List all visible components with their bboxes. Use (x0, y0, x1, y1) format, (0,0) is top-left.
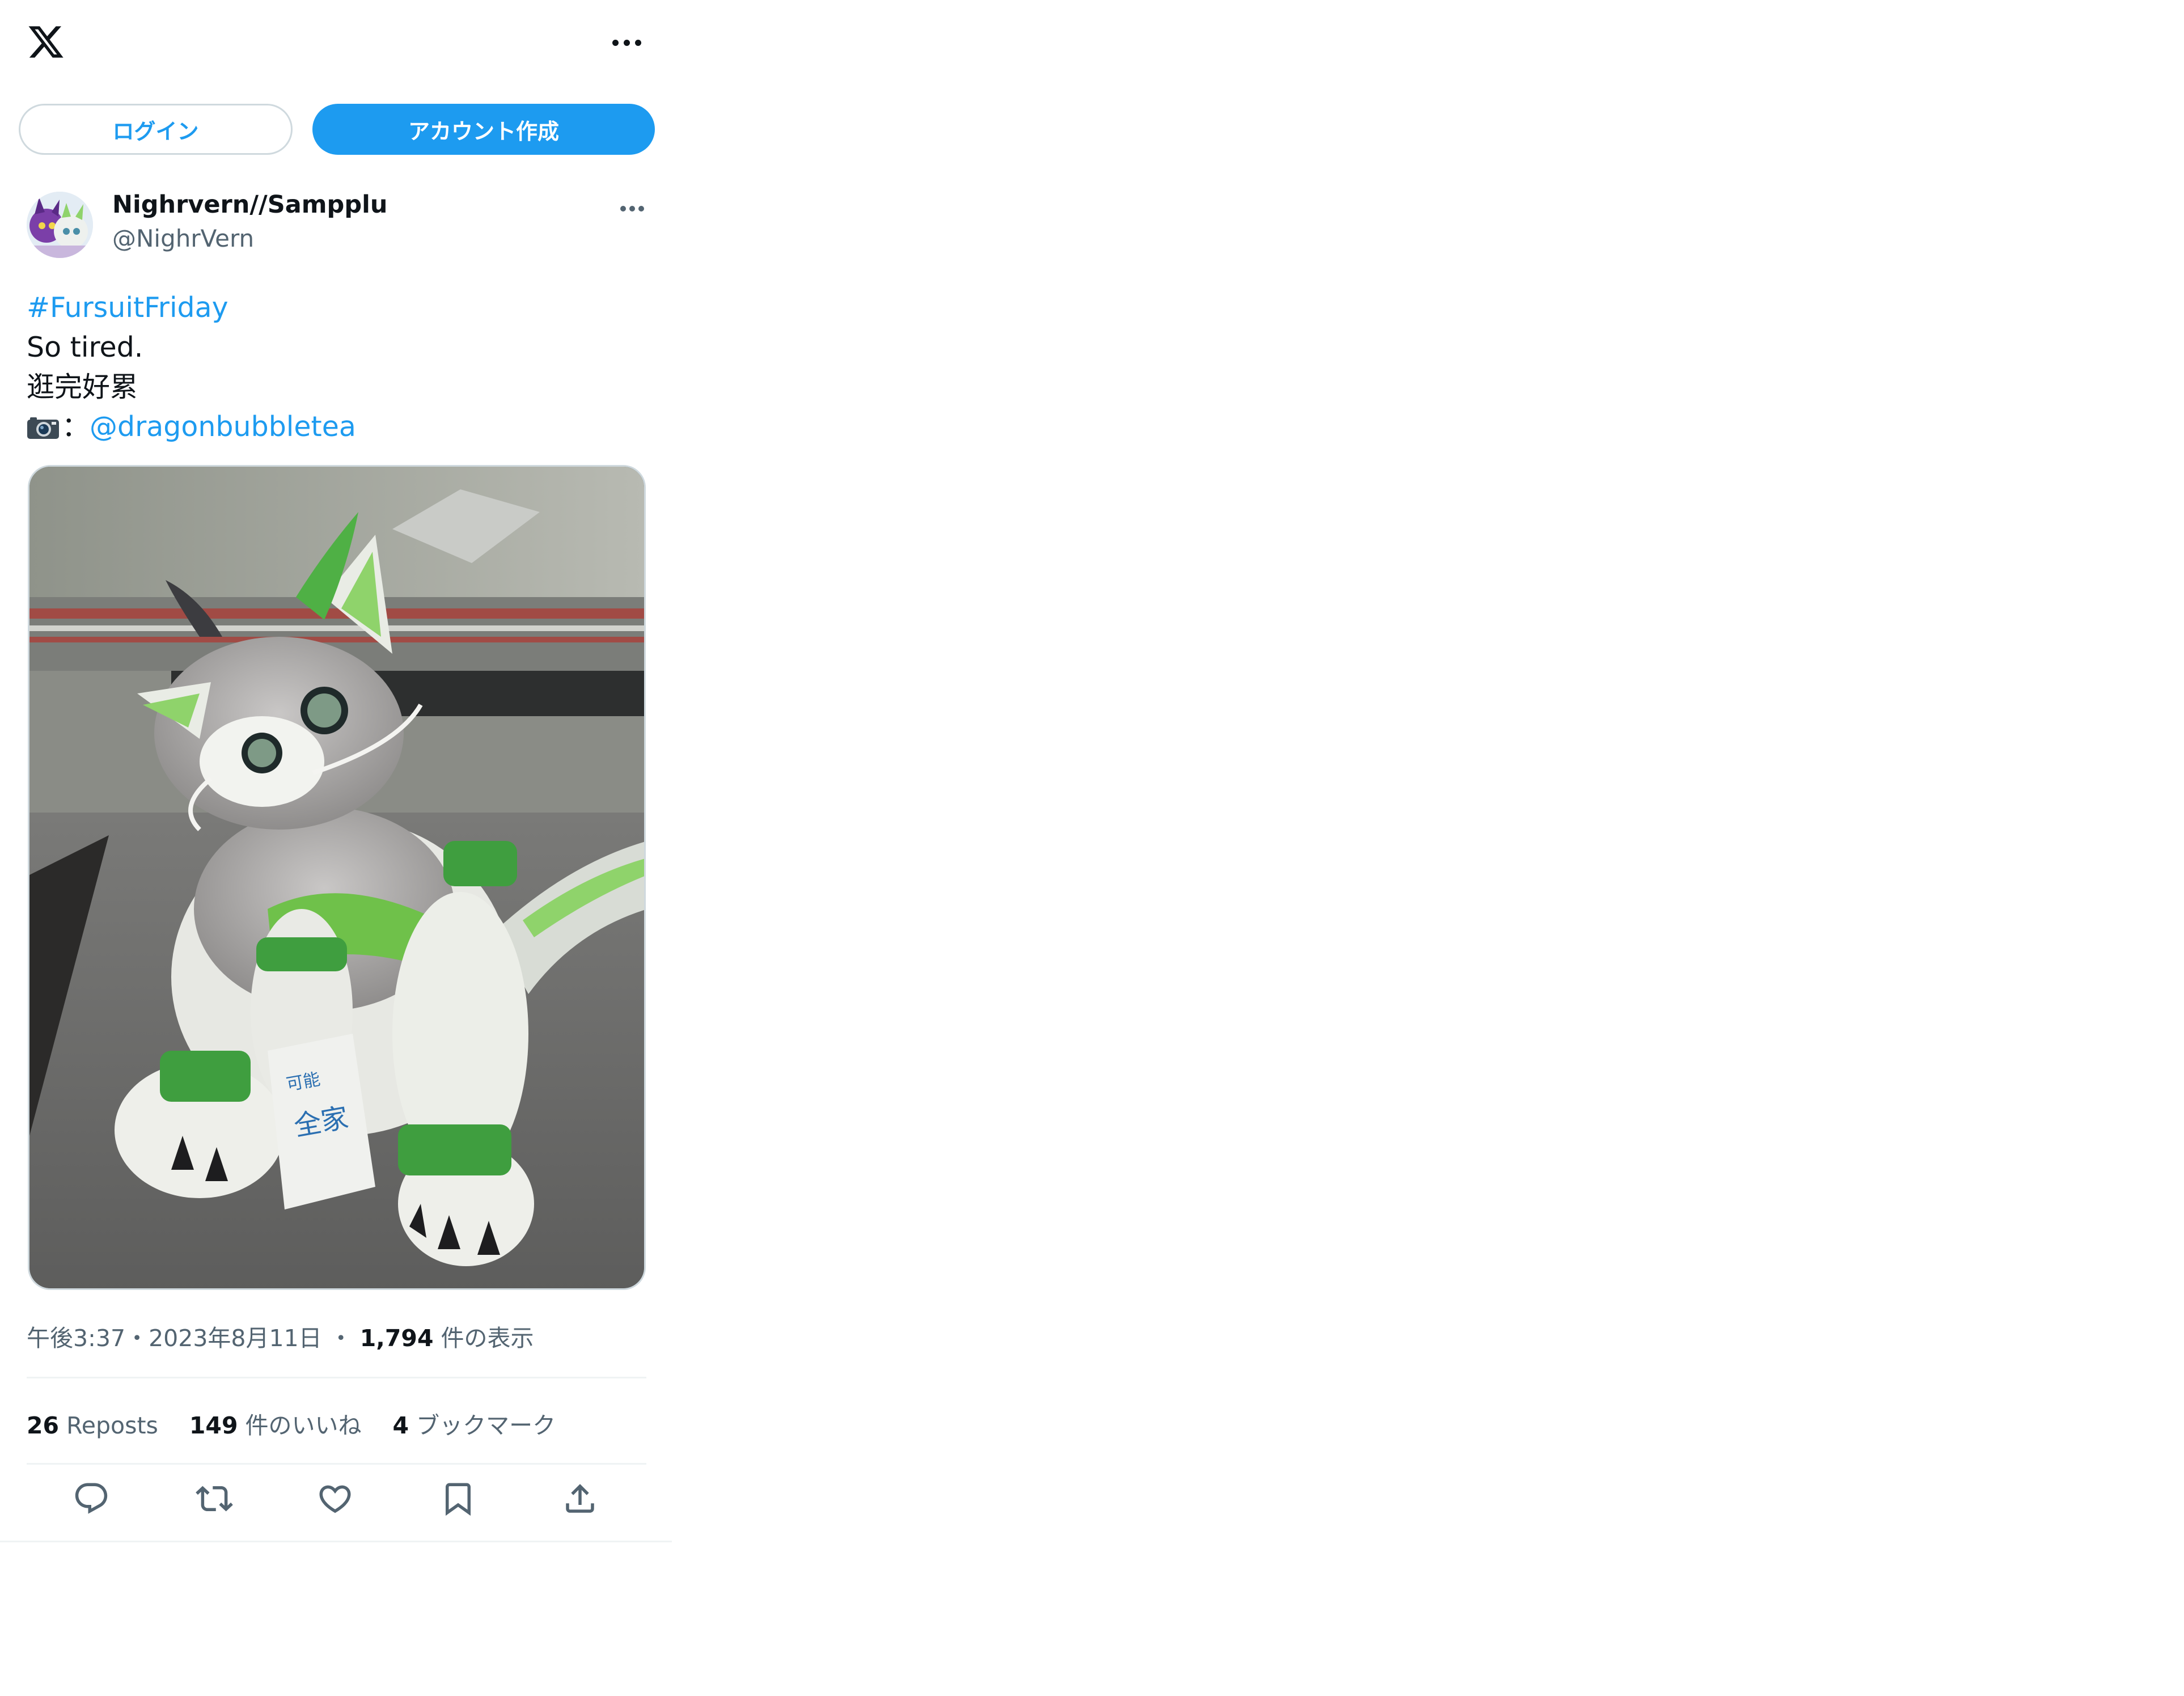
more-horizontal-icon[interactable] (607, 34, 646, 51)
share-icon[interactable] (561, 1480, 599, 1517)
tweet-text-line: 逛完好累 (27, 371, 138, 403)
tweet-page: ログイン アカウント作成 Nighrvern//Sampplu @NighrVe… (0, 0, 672, 1542)
x-logo-icon[interactable] (26, 23, 66, 61)
login-button[interactable]: ログイン (19, 104, 293, 155)
tweet-more-icon[interactable] (618, 201, 646, 216)
likes-label: 件のいいね (245, 1412, 362, 1439)
divider (27, 1377, 646, 1378)
tweet-text-line: So tired. (27, 331, 143, 363)
reply-icon[interactable] (73, 1480, 110, 1517)
avatar[interactable] (27, 192, 93, 258)
bookmarks-label: ブックマーク (416, 1412, 556, 1439)
mention-separator: ： (62, 411, 90, 443)
views-label: 件の表示 (441, 1325, 534, 1352)
tweet-date[interactable]: 2023年8月11日 (149, 1325, 322, 1352)
repost-icon[interactable] (196, 1480, 233, 1517)
separator-dot: ・ (329, 1325, 353, 1352)
likes-stat[interactable]: 149 件のいいね (189, 1412, 362, 1439)
mention-link[interactable]: @dragonbubbletea (90, 411, 356, 443)
divider (27, 1463, 646, 1465)
tweet-time[interactable]: 午後3:37 (27, 1325, 125, 1352)
reposts-count: 26 (27, 1412, 60, 1439)
like-icon[interactable] (316, 1480, 354, 1517)
bookmarks-count: 4 (392, 1412, 409, 1439)
likes-count: 149 (189, 1412, 238, 1439)
camera-icon (27, 411, 60, 439)
tweet-text: #FursuitFriday So tired. 逛完好累 ：@dragonbu… (27, 288, 356, 447)
tweet-stats: 26 Reposts 149 件のいいね 4 ブックマーク (27, 1406, 587, 1440)
views-count: 1,794 (359, 1325, 434, 1352)
signup-button[interactable]: アカウント作成 (312, 104, 655, 155)
bookmarks-stat[interactable]: 4 ブックマーク (393, 1412, 556, 1439)
tweet-timestamp: 午後3:37・2023年8月11日 ・ 1,794 件の表示 (27, 1319, 534, 1353)
hashtag-link[interactable]: #FursuitFriday (27, 291, 228, 324)
separator-dot: ・ (125, 1325, 149, 1352)
reposts-label: Reposts (66, 1412, 158, 1439)
tweet-photo[interactable]: 全家 可能 (28, 465, 646, 1290)
author-display-name[interactable]: Nighrvern//Sampplu (112, 191, 387, 219)
reposts-stat[interactable]: 26 Reposts (27, 1412, 158, 1439)
author-handle[interactable]: @NighrVern (112, 225, 254, 252)
bookmark-icon[interactable] (439, 1480, 477, 1517)
